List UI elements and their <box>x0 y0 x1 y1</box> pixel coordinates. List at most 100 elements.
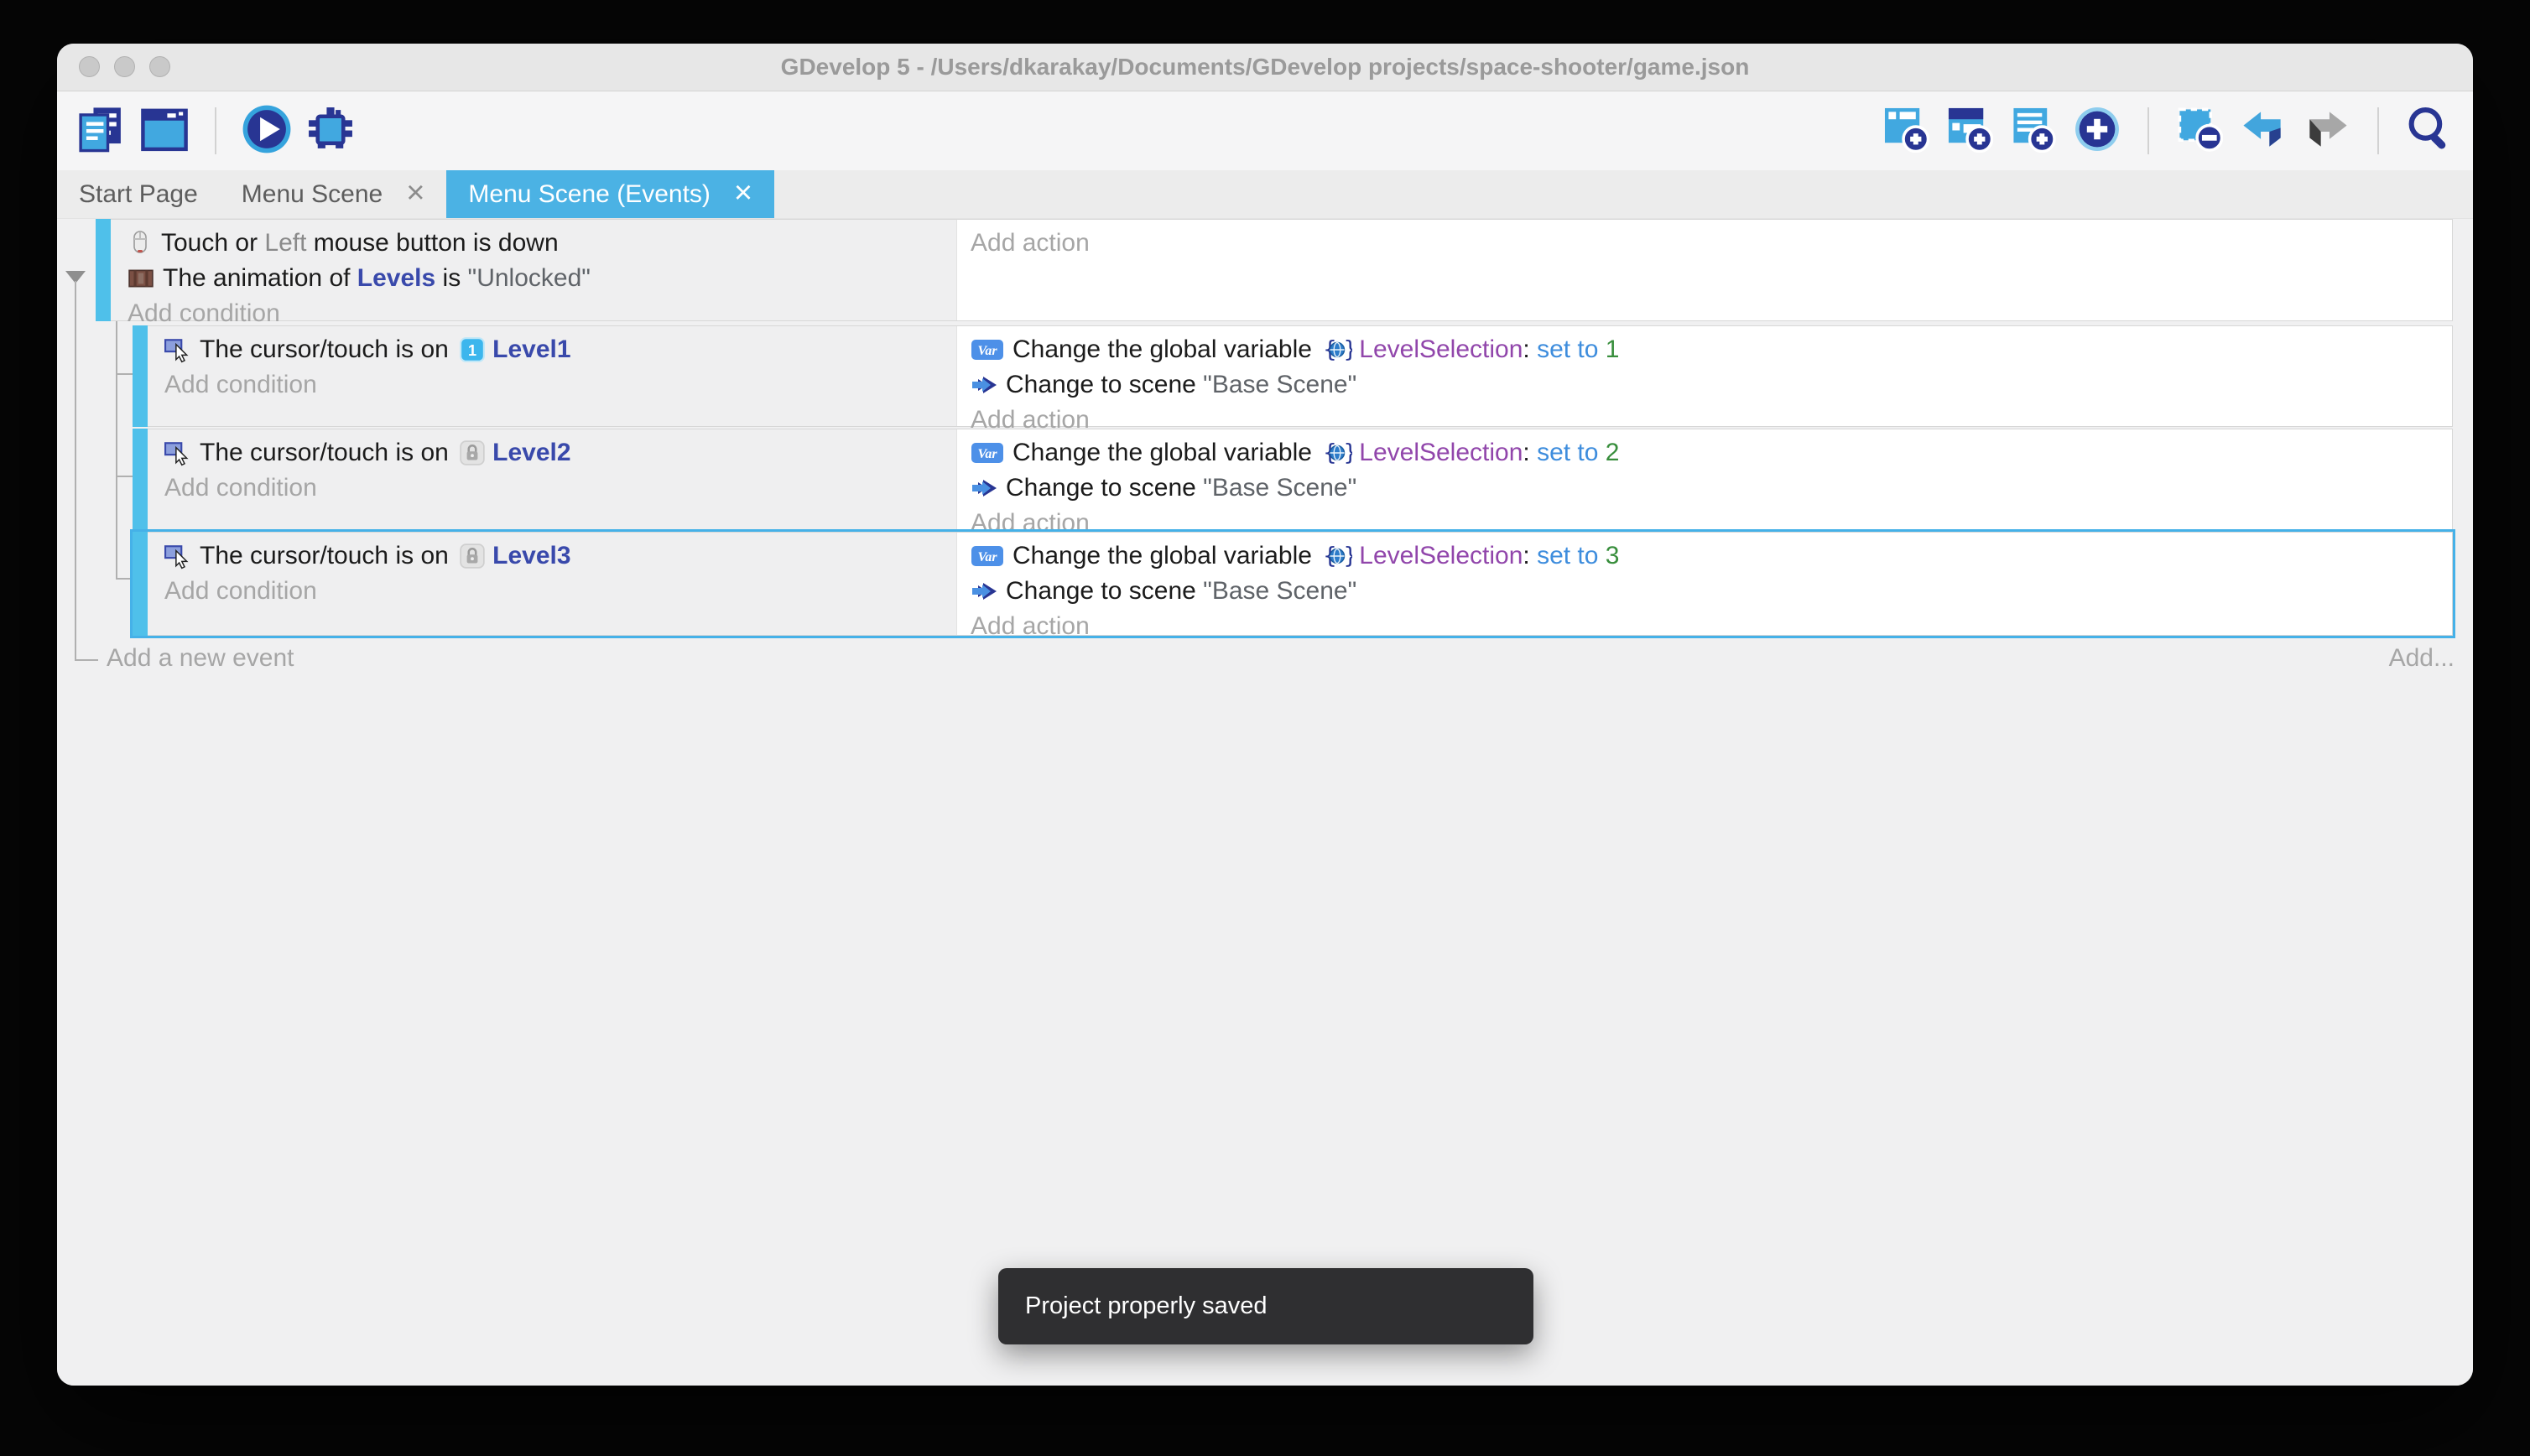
scene-change-icon <box>971 374 997 396</box>
events-sheet: Touch or Left mouse button is downThe an… <box>57 219 2473 1386</box>
undo-icon <box>2240 106 2287 157</box>
condition-row[interactable]: The cursor/touch is on Level3 <box>164 538 956 574</box>
scene-window-icon <box>140 105 189 158</box>
event-block[interactable]: Touch or Left mouse button is downThe an… <box>96 219 2453 321</box>
search-icon <box>2405 105 2454 158</box>
add-event-icon <box>1882 106 1929 157</box>
instruction-text: 3 <box>1606 542 1620 570</box>
debug-button[interactable] <box>305 106 356 156</box>
animation-icon <box>128 265 154 292</box>
instruction-text: Left <box>264 229 306 257</box>
add-condition-link[interactable]: Add condition <box>164 574 956 609</box>
scene-window-button[interactable] <box>139 106 190 156</box>
add-action-link[interactable]: Add action <box>971 226 2452 261</box>
tab-menu-scene-events[interactable]: Menu Scene (Events) × <box>446 170 774 218</box>
instruction-text: Change the global variable <box>1013 335 1319 364</box>
instruction-text: The cursor/touch is on <box>200 439 456 467</box>
svg-text:Var: Var <box>977 344 997 358</box>
add-more-link[interactable]: Add... <box>2389 644 2455 673</box>
add-action-link[interactable]: Add action <box>971 609 2452 644</box>
instruction-text: Touch or <box>161 229 264 257</box>
toolbar-divider <box>2147 107 2149 154</box>
scene-change-icon <box>971 477 997 499</box>
global-variable-icon: {} <box>1322 336 1352 363</box>
action-row[interactable]: Var Change the global variable {} LevelSel… <box>971 435 2452 471</box>
global-variable-icon: {} <box>1322 543 1352 569</box>
condition-row[interactable]: The cursor/touch is on Level2 <box>164 435 956 471</box>
toolbar-left-group <box>75 106 356 156</box>
event-drag-bar[interactable] <box>133 532 148 636</box>
action-row[interactable]: VarChange the global variable {}LevelSel… <box>971 538 2452 574</box>
zoom-button[interactable] <box>149 56 170 77</box>
add-more-circle-button[interactable] <box>2072 106 2122 156</box>
save-toast: Project properly saved <box>998 1268 1533 1344</box>
actions-column: VarChange the global variable {}LevelSel… <box>956 533 2452 635</box>
actions-column: Var Change the global variable {} LevelSel… <box>956 326 2452 426</box>
search-button[interactable] <box>2404 106 2455 156</box>
sub-event-block[interactable]: The cursor/touch is on Level3Add conditi… <box>133 532 2453 636</box>
action-row[interactable]: Change to scene "Base Scene" <box>971 574 2452 609</box>
close-button[interactable] <box>79 56 100 77</box>
tab-label: Menu Scene (Events) <box>468 180 710 209</box>
close-tab-icon[interactable]: × <box>734 177 752 209</box>
instruction-text: Levels <box>357 264 435 293</box>
add-comment-button[interactable] <box>2008 106 2059 156</box>
event-content: The cursor/touch is on Level3Add conditi… <box>148 532 2453 636</box>
minimize-button[interactable] <box>114 56 135 77</box>
add-condition-link[interactable]: Add condition <box>164 471 956 506</box>
project-manager-button[interactable] <box>75 106 126 156</box>
conditions-column: The cursor/touch is on Level3Add conditi… <box>148 533 956 635</box>
event-drag-bar[interactable] <box>96 219 111 321</box>
instruction-text: Change to scene <box>1006 577 1203 606</box>
close-tab-icon[interactable]: × <box>406 177 424 209</box>
sub-event-block[interactable]: The cursor/touch is on 1Level1Add condit… <box>133 325 2453 427</box>
toolbar-divider <box>215 107 216 154</box>
instruction-text: "Base Scene" <box>1203 371 1356 399</box>
tab-menu-scene[interactable]: Menu Scene× <box>220 170 447 218</box>
subevent-tree-tick <box>116 578 133 580</box>
undo-button[interactable] <box>2238 106 2288 156</box>
instruction-text: Change to scene <box>1006 371 1203 399</box>
add-comment-icon <box>2010 106 2057 157</box>
variable-icon: Var <box>971 441 1004 465</box>
svg-text:}: } <box>1344 439 1353 465</box>
add-new-event-link[interactable]: Add a new event <box>107 644 294 673</box>
variable-icon: Var <box>971 338 1004 361</box>
redo-button[interactable] <box>2302 106 2352 156</box>
action-row[interactable]: Var Change the global variable {} LevelSel… <box>971 332 2452 367</box>
toast-message: Project properly saved <box>1025 1292 1268 1320</box>
instruction-text: LevelSelection <box>1359 542 1523 570</box>
debug-icon <box>306 105 355 158</box>
condition-row[interactable]: The cursor/touch is on 1Level1 <box>164 332 956 367</box>
cursor-icon <box>164 543 191 569</box>
event-content: The cursor/touch is on Level2Add conditi… <box>148 429 2453 531</box>
condition-row[interactable]: Touch or Left mouse button is down <box>128 226 956 261</box>
instruction-text: set to <box>1537 439 1606 467</box>
instruction-text: LevelSelection <box>1359 439 1523 467</box>
tab-label: Start Page <box>79 180 198 209</box>
action-row[interactable]: Change to scene "Base Scene" <box>971 367 2452 403</box>
global-variable-icon: {} <box>1322 439 1352 466</box>
tab-start-page[interactable]: Start Page <box>57 170 220 218</box>
delete-event-button[interactable] <box>2174 106 2225 156</box>
add-condition-link[interactable]: Add condition <box>164 367 956 403</box>
instruction-text: is <box>435 264 467 293</box>
event-drag-bar[interactable] <box>133 325 148 427</box>
title-bar: GDevelop 5 - /Users/dkarakay/Documents/G… <box>57 44 2473 91</box>
variable-icon: Var <box>971 544 1004 568</box>
add-event-button[interactable] <box>1881 106 1931 156</box>
instruction-text: "Unlocked" <box>468 264 591 293</box>
sub-event-block[interactable]: The cursor/touch is on Level2Add conditi… <box>133 429 2453 531</box>
instruction-text: LevelSelection <box>1359 335 1523 364</box>
cursor-icon <box>164 439 191 466</box>
desktop-background: GDevelop 5 - /Users/dkarakay/Documents/G… <box>0 0 2530 1456</box>
play-button[interactable] <box>242 106 292 156</box>
cursor-icon <box>164 336 191 363</box>
add-subevent-button[interactable] <box>1944 106 1995 156</box>
instruction-text: Change the global variable <box>1013 439 1319 467</box>
condition-row[interactable]: The animation of Levels is "Unlocked" <box>128 261 956 296</box>
action-row[interactable]: Change to scene "Base Scene" <box>971 471 2452 506</box>
event-drag-bar[interactable] <box>133 429 148 531</box>
traffic-lights <box>79 56 170 77</box>
conditions-column: The cursor/touch is on 1Level1Add condit… <box>148 326 956 426</box>
